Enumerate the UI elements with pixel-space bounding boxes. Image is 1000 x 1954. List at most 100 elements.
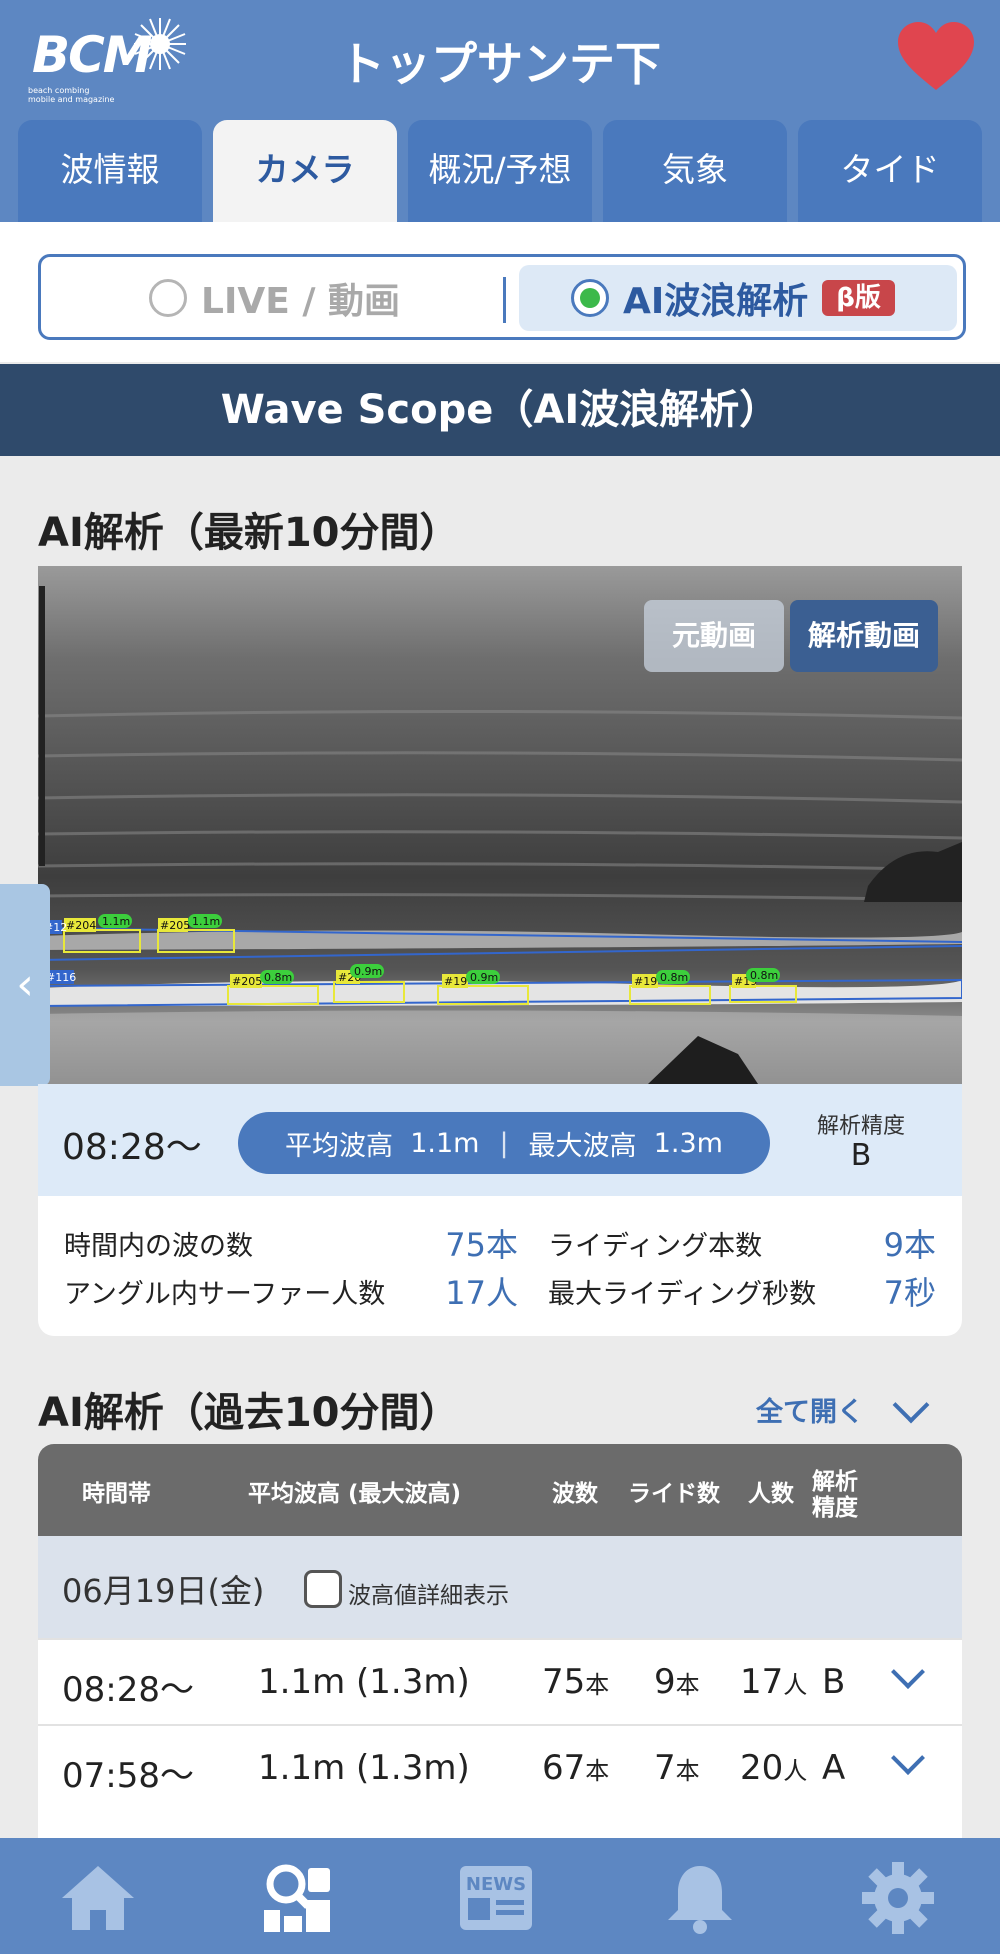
original-video-button[interactable]: 元動画 [644,600,784,672]
stat-rides-value: 9本 [883,1226,936,1264]
favorite-heart-icon[interactable] [896,20,976,92]
mode-toggle-area: LIVE / 動画 AI波浪解析 β版 [0,222,1000,362]
stat-max-ride-value: 7秒 [883,1274,936,1312]
overlay-height-label: 1.1m [192,915,220,928]
accuracy-value: B [850,1138,872,1173]
search-camera-icon[interactable] [258,1860,338,1936]
overlay-box-label: #205 [232,975,262,988]
row-rides: 9本 [654,1662,700,1702]
news-icon-label: NEWS [466,1874,526,1895]
news-icon[interactable]: NEWS [456,1860,536,1936]
history-table: 時間帯 平均波高 (最大波高) 波数 ライド数 人数 解析 精度 06月19日(… [38,1444,962,1838]
overlay-height-label: 0.9m [354,965,382,978]
table-row[interactable]: 07:58〜 1.1m (1.3m) 67本 7本 20人 A [38,1724,962,1810]
mode-toggle: LIVE / 動画 AI波浪解析 β版 [38,254,966,340]
date-label: 06月19日(金) [62,1572,265,1610]
date-group-row: 06月19日(金) 波高値詳細表示 [38,1536,962,1638]
col-waves: 波数 [552,1481,598,1507]
avg-height-label: 平均波高 [285,1130,394,1162]
overlay-height-label: 0.8m [660,971,688,984]
row-people: 17人 [740,1662,808,1702]
tab-bar: 波情報 カメラ 概況/予想 気象 タイド [18,120,982,222]
overlay-box-label: #19 [444,975,467,988]
stat-wave-count-value: 75本 [445,1226,518,1264]
logo-wordmark: BCM [32,26,153,84]
tab-forecast[interactable]: 概況/予想 [408,120,592,222]
latest-analysis-heading: AI解析（最新10分間） [38,510,460,556]
row-height: 1.1m (1.3m) [258,1748,470,1788]
logo-tagline: beach combing mobile and magazine [28,86,115,104]
table-row[interactable]: 08:28〜 1.1m (1.3m) 75本 9本 17人 B [38,1638,962,1724]
side-drawer-tab[interactable]: ‹ [0,884,50,1086]
col-rides: ライド数 [628,1481,720,1507]
row-accuracy: A [822,1748,846,1788]
tab-weather[interactable]: 気象 [603,120,787,222]
summary-time: 08:28〜 [62,1127,202,1168]
col-people: 人数 [748,1481,794,1507]
row-rides: 7本 [654,1748,700,1788]
live-radio[interactable] [149,279,187,317]
row-people: 20人 [740,1748,808,1788]
avg-height-value: 1.1m [410,1127,480,1159]
row-accuracy: B [822,1662,846,1702]
tab-tide[interactable]: タイド [798,120,982,222]
table-header: 時間帯 平均波高 (最大波高) 波数 ライド数 人数 解析 精度 [38,1444,962,1536]
overlay-height-label: 0.8m [264,971,292,984]
accuracy-label: 解析精度 [816,1114,905,1139]
gear-icon[interactable] [858,1860,938,1936]
app-header: BCM beach combing mobile and magazine トッ… [0,0,1000,222]
analysis-video-button[interactable]: 解析動画 [790,600,938,672]
stat-rides-label: ライディング本数 [548,1231,763,1262]
wave-height-pill: 平均波高 1.1m | 最大波高 1.3m [238,1112,770,1174]
chevron-down-icon[interactable] [891,1741,925,1775]
bottom-nav: NEWS [0,1838,1000,1954]
ai-analysis-option[interactable]: AI波浪解析 β版 [519,265,957,331]
chevron-left-icon: ‹ [16,959,34,1010]
live-option-label: LIVE / 動画 [201,281,401,322]
chevron-down-icon [892,1386,930,1423]
spot-title: トップサンテ下 [339,37,661,91]
row-waves: 75本 [542,1662,610,1702]
detail-checkbox-label[interactable]: 波高値詳細表示 [348,1576,509,1610]
stat-surfers-label: アングル内サーファー人数 [64,1279,386,1310]
col-accuracy-line2: 精度 [812,1495,858,1521]
latest-summary-card: 08:28〜 平均波高 1.1m | 最大波高 1.3m 解析精度 B 時間内の… [38,1084,962,1336]
open-all-label: 全て開く [756,1397,864,1428]
overlay-height-label: 1.1m [102,915,130,928]
open-all-button[interactable]: 全て開く [756,1386,930,1429]
chevron-down-icon[interactable] [891,1655,925,1689]
overlay-box-label: #204 [66,919,96,932]
summary-header: 08:28〜 平均波高 1.1m | 最大波高 1.3m 解析精度 B [38,1084,962,1196]
tab-camera[interactable]: カメラ [213,120,397,222]
overlay-box-label: #19 [634,975,657,988]
bcm-logo[interactable]: BCM beach combing mobile and magazine [24,12,186,104]
overlay-box-label: #205 [160,919,190,932]
tab-wave-info[interactable]: 波情報 [18,120,202,222]
ai-radio[interactable] [571,279,609,317]
stat-wave-count-label: 時間内の波の数 [64,1231,253,1262]
row-time: 07:58〜 [62,1756,194,1796]
live-video-option[interactable]: LIVE / 動画 [149,273,400,323]
max-height-label: 最大波高 [528,1130,637,1162]
bell-icon[interactable] [660,1860,740,1936]
overlay-height-label: 0.8m [750,969,778,982]
row-time: 08:28〜 [62,1670,194,1710]
stat-max-ride-label: 最大ライディング秒数 [548,1279,817,1310]
beta-badge: β版 [822,280,895,316]
col-height: 平均波高 (最大波高) [248,1481,462,1507]
analysis-video[interactable]: #204 1.1m #205 1.1m #12 #116 #205 0.8m #… [38,566,962,1084]
stat-surfers-value: 17人 [445,1274,518,1312]
detail-checkbox[interactable] [304,1570,342,1608]
history-heading: AI解析（過去10分間） [38,1390,460,1436]
overlay-height-label: 0.9m [470,971,498,984]
home-icon[interactable] [58,1860,138,1936]
pill-separator: | [499,1127,509,1159]
overlay-box-label: #116 [46,971,76,984]
row-waves: 67本 [542,1748,610,1788]
ai-option-label: AI波浪解析 [623,281,809,322]
max-height-value: 1.3m [653,1127,723,1159]
wavescope-title-bar: Wave Scope（AI波浪解析） [0,364,1000,456]
toggle-divider [503,277,506,323]
row-height: 1.1m (1.3m) [258,1662,470,1702]
col-time: 時間帯 [82,1481,151,1507]
